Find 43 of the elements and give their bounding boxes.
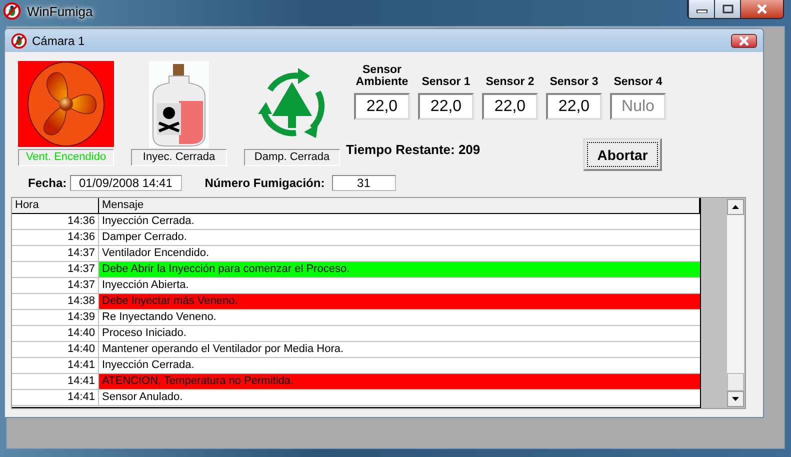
scroll-down-button[interactable] [727, 391, 744, 407]
remaining-time: Tiempo Restante: 209 [346, 142, 480, 157]
message-cell: Debe Abrir la Inyección para comenzar el Proceso. [99, 262, 700, 277]
abort-button[interactable]: Abortar [583, 138, 662, 171]
close-icon [756, 4, 768, 14]
message-cell: Debe Inyectar más Veneno. [99, 294, 700, 309]
fumigation-number-label: Número Fumigación: [204, 176, 325, 190]
sensor-value-field: 22,0 [546, 93, 602, 120]
close-button[interactable] [740, 0, 783, 18]
status-label: Inyec. Cerrada [131, 149, 227, 166]
sensor-label: Sensor 4 [612, 75, 664, 88]
message-cell: ATENCION, Temperatura no Permitida. [99, 374, 700, 389]
sensor-label: Sensor Ambiente [354, 63, 410, 88]
caret-up-icon [732, 205, 739, 209]
scrollbar[interactable] [727, 199, 744, 407]
poison-bottle-icon [149, 60, 209, 148]
sensor-value-field: 22,0 [354, 93, 410, 120]
maximize-button[interactable] [714, 0, 740, 18]
window-title: WinFumiga [27, 4, 93, 18]
sensor-label: Sensor 2 [484, 75, 536, 88]
sensor-label: Sensor 3 [548, 75, 600, 88]
scroll-thumb[interactable] [727, 373, 744, 391]
no-bug-icon [3, 2, 21, 20]
date-field: 01/09/2008 14:41 [70, 175, 182, 191]
sensor-value-field: Nulo [610, 93, 666, 120]
fan-icon [18, 61, 114, 147]
column-header[interactable]: Mensaje [99, 198, 700, 213]
status-label: Vent. Encendido [18, 149, 114, 166]
close-button[interactable] [731, 34, 757, 48]
status-label: Damp. Cerrada [244, 149, 340, 166]
minimize-button[interactable] [688, 0, 714, 18]
close-icon [738, 36, 750, 46]
sensor-value-field: 22,0 [482, 93, 538, 120]
sensor-value-field: 22,0 [418, 93, 474, 120]
maximize-icon [722, 4, 734, 14]
caret-down-icon [732, 397, 739, 401]
scroll-up-button[interactable] [727, 199, 744, 215]
no-bug-icon [11, 32, 27, 48]
sensor-label: Sensor 1 [420, 75, 472, 88]
column-header[interactable]: Hora [12, 198, 99, 213]
date-label: Fecha: [28, 176, 67, 190]
window-title: Cámara 1 [32, 34, 85, 48]
fumigation-number-field: 31 [332, 175, 396, 191]
